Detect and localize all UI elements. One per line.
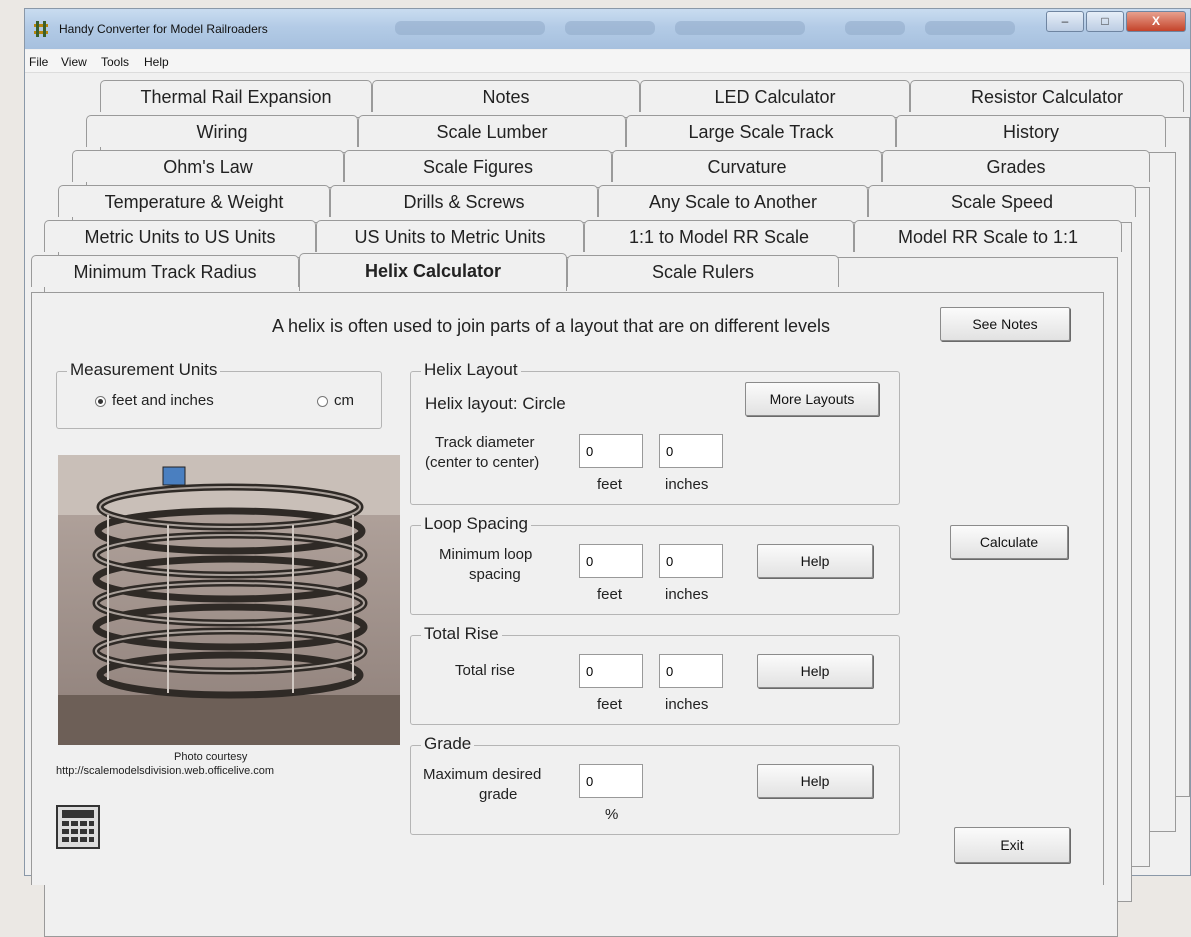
track-diameter-label: Track diameter	[435, 434, 535, 451]
total-rise-label: Total rise	[455, 662, 516, 679]
menu-bar: File View Tools Help	[25, 50, 1190, 73]
tab-any-scale-to-another[interactable]: Any Scale to Another	[598, 185, 868, 217]
tab-drills-screws[interactable]: Drills & Screws	[330, 185, 598, 217]
helix-layout-group: Helix Layout Helix layout: Circle More L…	[410, 360, 900, 505]
helix-calculator-panel: A helix is often used to join parts of a…	[31, 292, 1104, 885]
maximize-button[interactable]: □	[1086, 11, 1124, 32]
loop-spacing-label: Minimum loop	[439, 546, 533, 563]
menu-tools[interactable]: Tools	[101, 55, 129, 69]
grade-group: Grade Maximum desired grade % Help	[410, 734, 900, 835]
inches-unit-label: inches	[665, 476, 709, 493]
track-diameter-feet-input[interactable]	[579, 434, 643, 468]
calculator-icon[interactable]	[56, 805, 100, 849]
measurement-units-title: Measurement Units	[67, 360, 221, 380]
feet-unit-label: feet	[597, 586, 623, 603]
track-diameter-inches-input[interactable]	[659, 434, 723, 468]
total-rise-feet-input[interactable]	[579, 654, 643, 688]
tab-curvature[interactable]: Curvature	[612, 150, 882, 182]
feet-unit-label: feet	[597, 696, 623, 713]
inches-unit-label: inches	[665, 696, 709, 713]
menu-view[interactable]: View	[61, 55, 87, 69]
grade-help-button[interactable]: Help	[757, 764, 873, 798]
grade-title: Grade	[421, 734, 475, 754]
photo-caption: Photo courtesy	[174, 751, 248, 763]
grade-label: Maximum desired	[423, 766, 542, 783]
tab-large-scale-track[interactable]: Large Scale Track	[626, 115, 896, 147]
tab-history[interactable]: History	[896, 115, 1166, 147]
app-icon	[34, 21, 48, 37]
tab-scale-lumber[interactable]: Scale Lumber	[358, 115, 626, 147]
tab-metric-to-us[interactable]: Metric Units to US Units	[44, 220, 316, 252]
loop-spacing-group: Loop Spacing Minimum loop spacing feet i…	[410, 514, 900, 615]
tab-minimum-track-radius[interactable]: Minimum Track Radius	[31, 255, 299, 287]
grade-input[interactable]	[579, 764, 643, 798]
tab-scale-rulers[interactable]: Scale Rulers	[567, 255, 839, 287]
helix-layout-text: Helix layout: Circle	[425, 394, 566, 413]
total-rise-group: Total Rise Total rise feet inches Help	[410, 624, 900, 725]
tab-us-to-metric[interactable]: US Units to Metric Units	[316, 220, 584, 252]
see-notes-button[interactable]: See Notes	[940, 307, 1070, 341]
calculate-button[interactable]: Calculate	[950, 525, 1068, 559]
grade-sublabel: grade	[479, 786, 518, 803]
tab-scale-figures[interactable]: Scale Figures	[344, 150, 612, 182]
tab-thermal-rail-expansion[interactable]: Thermal Rail Expansion	[100, 80, 372, 112]
tab-ohms-law[interactable]: Ohm's Law	[72, 150, 344, 182]
feet-inches-radio[interactable]	[95, 396, 106, 407]
tab-scale-speed[interactable]: Scale Speed	[868, 185, 1136, 217]
tab-notes[interactable]: Notes	[372, 80, 640, 112]
total-rise-inches-input[interactable]	[659, 654, 723, 688]
total-rise-help-button[interactable]: Help	[757, 654, 873, 688]
loop-spacing-sublabel: spacing	[469, 566, 521, 583]
feet-inches-label: feet and inches	[112, 392, 214, 409]
loop-spacing-feet-input[interactable]	[579, 544, 643, 578]
loop-spacing-title: Loop Spacing	[421, 514, 531, 534]
tab-temperature-weight[interactable]: Temperature & Weight	[58, 185, 330, 217]
tab-grades[interactable]: Grades	[882, 150, 1150, 182]
measurement-units-group: Measurement Units feet and inches cm	[56, 360, 382, 429]
menu-file[interactable]: File	[29, 55, 48, 69]
tab-model-to-1to1[interactable]: Model RR Scale to 1:1	[854, 220, 1122, 252]
minimize-button[interactable]: –	[1046, 11, 1084, 32]
tab-led-calculator[interactable]: LED Calculator	[640, 80, 910, 112]
percent-unit-label: %	[605, 806, 619, 823]
close-button[interactable]: X	[1126, 11, 1186, 32]
helix-layout-title: Helix Layout	[421, 360, 521, 380]
tab-resistor-calculator[interactable]: Resistor Calculator	[910, 80, 1184, 112]
page-description: A helix is often used to join parts of a…	[272, 316, 831, 336]
tab-1to1-to-model[interactable]: 1:1 to Model RR Scale	[584, 220, 854, 252]
cm-radio[interactable]	[317, 396, 328, 407]
feet-unit-label: feet	[597, 476, 623, 493]
inches-unit-label: inches	[665, 586, 709, 603]
app-window: Handy Converter for Model Railroaders – …	[24, 8, 1191, 937]
more-layouts-button[interactable]: More Layouts	[745, 382, 879, 416]
exit-button[interactable]: Exit	[954, 827, 1070, 863]
loop-spacing-help-button[interactable]: Help	[757, 544, 873, 578]
title-bar: Handy Converter for Model Railroaders – …	[25, 9, 1190, 49]
track-diameter-sublabel: (center to center)	[425, 454, 540, 471]
tab-wiring[interactable]: Wiring	[86, 115, 358, 147]
cm-label: cm	[334, 392, 354, 409]
loop-spacing-inches-input[interactable]	[659, 544, 723, 578]
helix-photo	[58, 455, 400, 745]
total-rise-title: Total Rise	[421, 624, 502, 644]
window-title: Handy Converter for Model Railroaders	[59, 22, 268, 36]
menu-help[interactable]: Help	[144, 55, 169, 69]
photo-url: http://scalemodelsdivision.web.officeliv…	[56, 765, 275, 777]
tab-helix-calculator[interactable]: Helix Calculator	[299, 253, 567, 291]
